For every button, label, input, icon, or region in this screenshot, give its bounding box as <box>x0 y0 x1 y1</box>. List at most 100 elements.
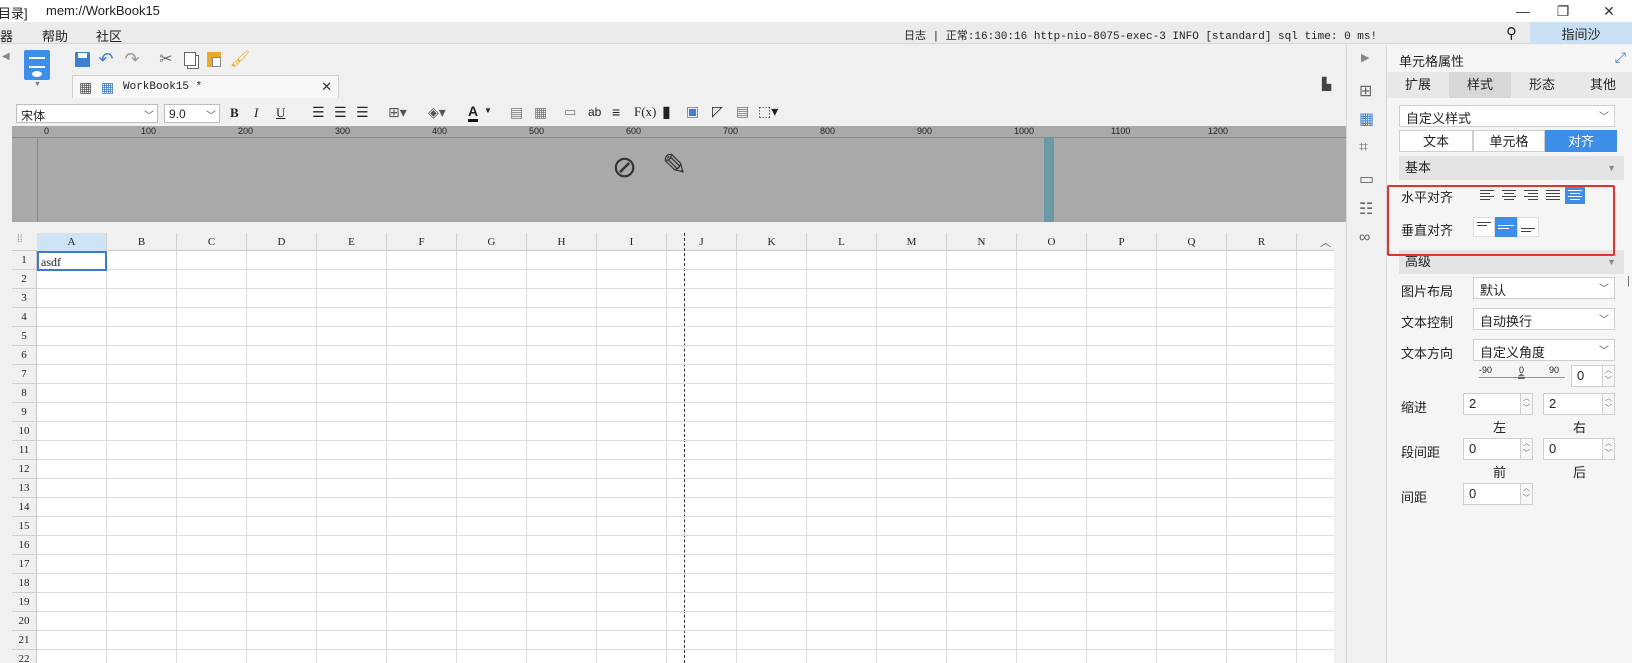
workbook-tab[interactable]: ▦ ▦ WorkBook15 * ✕ <box>72 75 339 98</box>
font-size-select[interactable]: 9.0 ﹀ <box>164 104 220 123</box>
search-icon[interactable]: ⚲ <box>1506 24 1517 42</box>
column-header-i[interactable]: I <box>597 233 667 251</box>
row-header-5[interactable]: 5 <box>12 327 37 346</box>
spinner-icon[interactable]: ︿ ﹀ <box>1520 439 1532 459</box>
angle-slider-thumb[interactable]: ⏏ <box>1517 371 1526 382</box>
row-header-6[interactable]: 6 <box>12 346 37 365</box>
spinner-icon[interactable]: ︿ ﹀ <box>1602 394 1614 414</box>
row-header-16[interactable]: 16 <box>12 536 37 555</box>
scroll-handle-icon[interactable]: | <box>1627 275 1630 287</box>
widget-icon[interactable]: ▭ <box>1359 169 1374 189</box>
angle-input[interactable]: 0 ︿ ﹀ <box>1571 365 1615 387</box>
user-button[interactable]: 指间沙 <box>1530 22 1632 44</box>
para-before-input[interactable]: 0 ︿ ﹀ <box>1463 438 1533 460</box>
row-header-20[interactable]: 20 <box>12 612 37 631</box>
column-header-b[interactable]: B <box>107 233 177 251</box>
pin-icon[interactable]: ⤢ <box>1615 49 1626 66</box>
spacing-input[interactable]: 0 ︿ ﹀ <box>1463 483 1533 505</box>
unmerge-cells-icon[interactable]: ▦ <box>534 104 547 121</box>
spinner-icon[interactable]: ︿ ﹀ <box>1602 366 1614 386</box>
img-layout-select[interactable]: 默认 ﹀ <box>1473 277 1615 299</box>
indent-right-input[interactable]: 2 ︿ ﹀ <box>1543 393 1615 415</box>
text-icon[interactable]: ab <box>588 105 601 119</box>
font-color-icon[interactable]: A <box>468 103 479 122</box>
cell-property-icon[interactable]: ▦ <box>1359 109 1374 129</box>
column-header-l[interactable]: L <box>807 233 877 251</box>
column-header-k[interactable]: K <box>737 233 807 251</box>
seg-cell[interactable]: 单元格 <box>1473 130 1545 152</box>
scroll-up-icon[interactable]: ︿ <box>1320 234 1331 250</box>
format-painter-icon[interactable]: 🖌 <box>230 49 250 69</box>
column-header-r[interactable]: R <box>1227 233 1297 251</box>
seg-align[interactable]: 对齐 <box>1545 130 1617 152</box>
row-header-13[interactable]: 13 <box>12 479 37 498</box>
save-icon[interactable] <box>72 49 92 69</box>
indent-left-input[interactable]: 2 ︿ ﹀ <box>1463 393 1533 415</box>
hidden-eye-icon[interactable]: ⊘ <box>612 150 637 185</box>
hyperlink-icon[interactable]: ∞ <box>1359 229 1370 247</box>
column-header-g[interactable]: G <box>457 233 527 251</box>
text-dir-select[interactable]: 自定义角度 ﹀ <box>1473 339 1615 361</box>
menu-item-community[interactable]: 社区 <box>96 26 122 45</box>
row-header-10[interactable]: 10 <box>12 422 37 441</box>
template-icon[interactable] <box>24 50 50 80</box>
bold-icon[interactable]: B <box>230 105 239 121</box>
column-header-a[interactable]: A <box>37 233 107 251</box>
fill-color-icon[interactable]: ◈▾ <box>428 104 446 121</box>
column-header-o[interactable]: O <box>1017 233 1087 251</box>
condition-icon[interactable]: ☷ <box>1359 199 1373 219</box>
undo-icon[interactable]: ↶ <box>96 49 116 69</box>
align-center-icon[interactable]: ☰ <box>334 104 347 121</box>
subreport-icon[interactable]: ▤ <box>736 103 749 120</box>
formula-icon[interactable]: F(x) <box>634 104 656 120</box>
column-header-f[interactable]: F <box>387 233 457 251</box>
row-header-8[interactable]: 8 <box>12 384 37 403</box>
row-header-17[interactable]: 17 <box>12 555 37 574</box>
row-header-7[interactable]: 7 <box>12 365 37 384</box>
spreadsheet-grid[interactable]: ⁞⁞ ABCDEFGHIJKLMNOPQR ︿ 1 2 3 4 5 6 7 8 9 10 11 12 1… <box>12 233 1334 663</box>
align-left-icon[interactable]: ☰ <box>312 104 325 121</box>
row-header-3[interactable]: 3 <box>12 289 37 308</box>
row-header-9[interactable]: 9 <box>12 403 37 422</box>
copy-icon[interactable] <box>180 49 200 69</box>
column-header-p[interactable]: P <box>1087 233 1157 251</box>
crop-icon[interactable]: ⌗ <box>1359 139 1368 157</box>
column-header-d[interactable]: D <box>247 233 317 251</box>
slash-icon[interactable]: ◸ <box>712 103 723 120</box>
column-header-n[interactable]: N <box>947 233 1017 251</box>
collapse-right-icon[interactable]: ▶ <box>1361 51 1369 64</box>
spinner-icon[interactable]: ︿ ﹀ <box>1520 394 1532 414</box>
restore-icon[interactable]: ❐ <box>1540 0 1586 22</box>
column-header-e[interactable]: E <box>317 233 387 251</box>
row-header-19[interactable]: 19 <box>12 593 37 612</box>
tab-style[interactable]: 样式 <box>1449 72 1511 98</box>
spinner-icon[interactable]: ︿ ﹀ <box>1520 484 1532 504</box>
cell-element-icon[interactable]: ⊞ <box>1359 81 1372 101</box>
text-ctrl-select[interactable]: 自动换行 ﹀ <box>1473 308 1615 330</box>
row-header-21[interactable]: 21 <box>12 631 37 650</box>
template-dropdown-icon[interactable]: ▼ <box>34 81 41 88</box>
page-boundary-marker[interactable] <box>1044 138 1054 222</box>
underline-icon[interactable]: U <box>276 105 285 121</box>
row-header-15[interactable]: 15 <box>12 517 37 536</box>
redo-icon[interactable]: ↷ <box>122 49 142 69</box>
log-status-text[interactable]: 日志 | 正常:16:30:16 http-nio-8075-exec-3 IN… <box>904 27 1377 43</box>
collapse-left-icon[interactable]: ◀ <box>2 51 10 62</box>
menu-item-tools[interactable]: 器 <box>0 26 13 45</box>
row-header-18[interactable]: 18 <box>12 574 37 593</box>
merge-cells-icon[interactable]: ▤ <box>510 104 523 121</box>
pencil-icon[interactable]: ✎ <box>662 148 687 183</box>
column-header-c[interactable]: C <box>177 233 247 251</box>
tab-menu-icon[interactable]: ▙ <box>1322 77 1331 91</box>
section-basic[interactable]: 基本 ▼ <box>1399 156 1624 180</box>
style-select[interactable]: 自定义样式 ﹀ <box>1399 105 1615 127</box>
align-right-icon[interactable]: ☰ <box>356 104 369 121</box>
row-header-22[interactable]: 22 <box>12 650 37 663</box>
cell-a1[interactable]: asdf <box>37 251 107 271</box>
seg-text[interactable]: 文本 <box>1399 130 1473 152</box>
image-icon[interactable]: ▣ <box>686 103 699 120</box>
rich-text-icon[interactable]: ≡ <box>612 104 620 120</box>
spinner-icon[interactable]: ︿ ﹀ <box>1602 439 1614 459</box>
para-after-input[interactable]: 0 ︿ ﹀ <box>1543 438 1615 460</box>
border-icon[interactable]: ⊞▾ <box>388 104 407 121</box>
